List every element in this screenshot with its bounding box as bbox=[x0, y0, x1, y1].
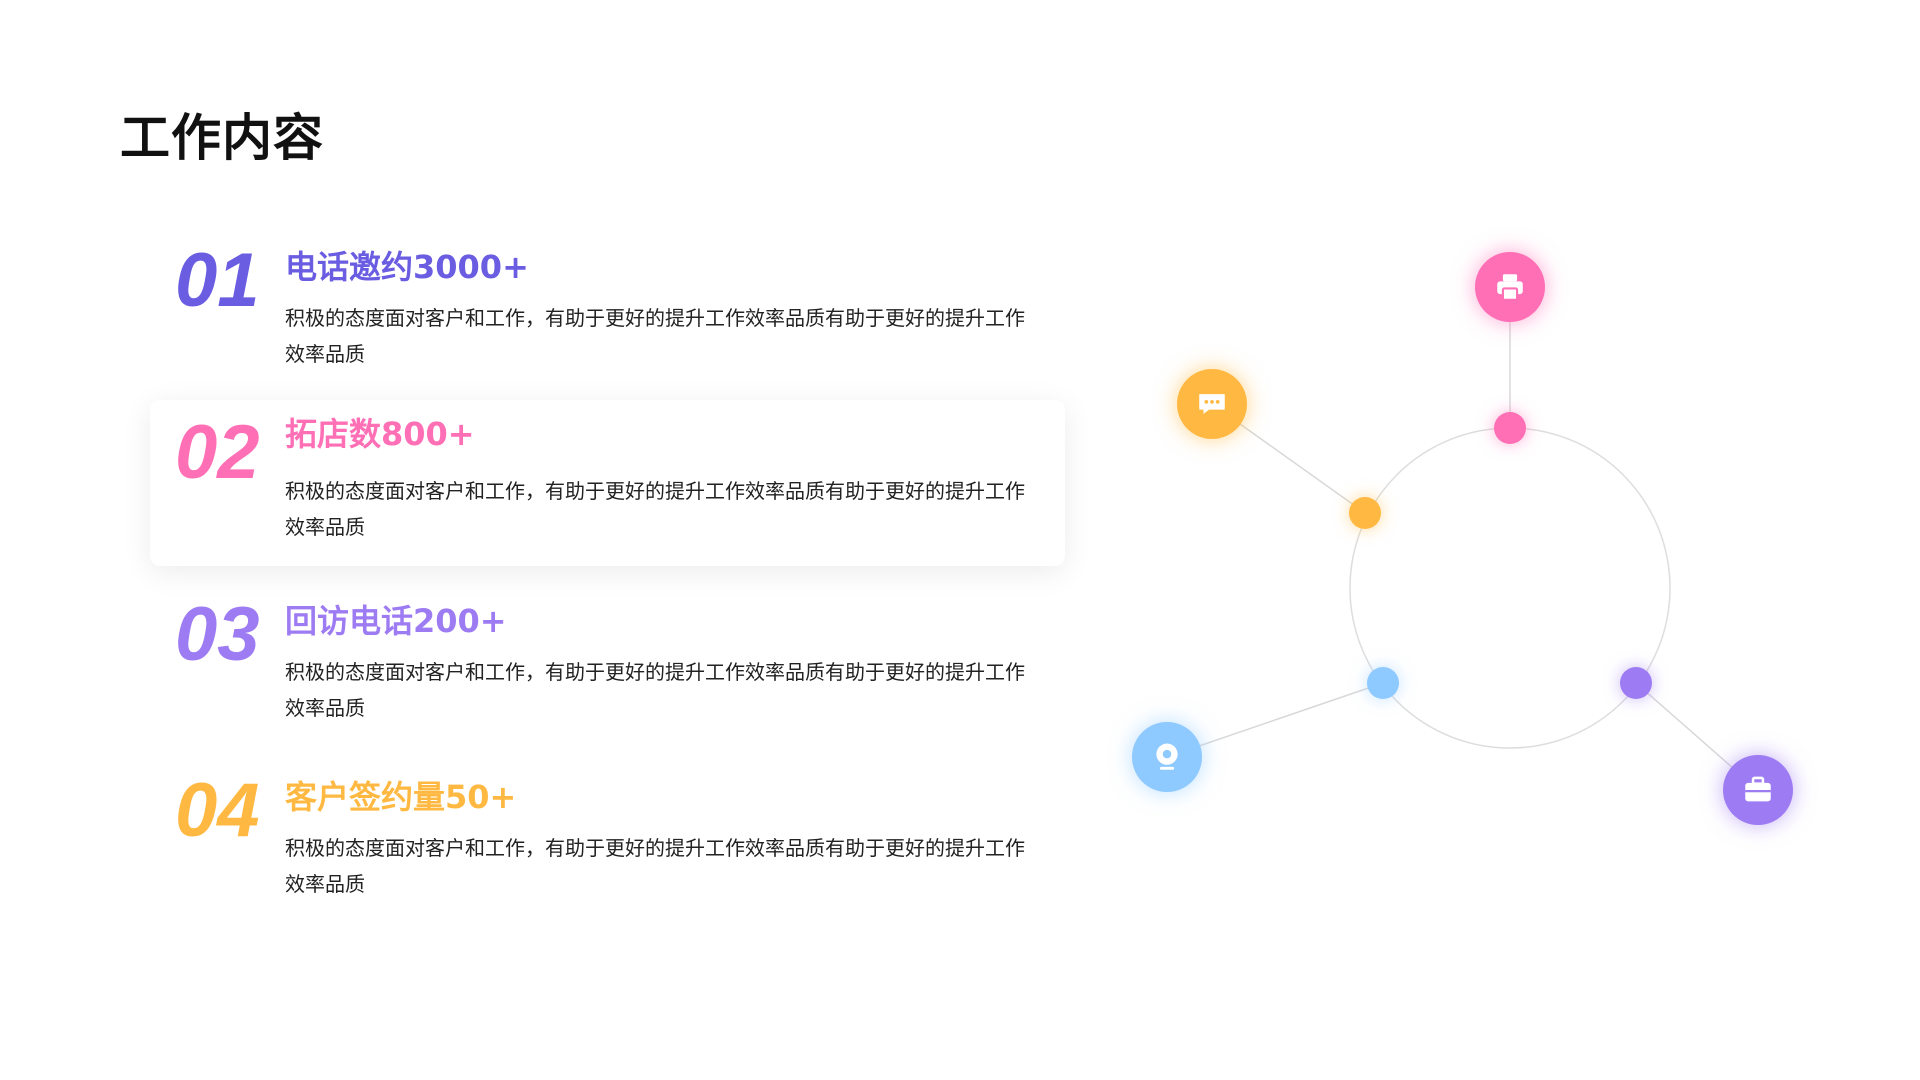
printer-icon bbox=[1497, 274, 1523, 301]
list-item: 02 拓店数800+ 积极的态度面对客户和工作，有助于更好的提升工作效率品质有助… bbox=[150, 400, 1065, 566]
webcam-node[interactable] bbox=[1132, 722, 1202, 792]
item-number: 02 bbox=[175, 410, 260, 495]
item-description: 积极的态度面对客户和工作，有助于更好的提升工作效率品质有助于更好的提升工作效率品… bbox=[285, 836, 1025, 896]
list-item: 01 电话邀约3000+ 积极的态度面对客户和工作，有助于更好的提升工作效率品质… bbox=[150, 238, 1065, 404]
item-description: 积极的态度面对客户和工作，有助于更好的提升工作效率品质有助于更好的提升工作效率品… bbox=[285, 306, 1025, 366]
item-description: 积极的态度面对客户和工作，有助于更好的提升工作效率品质有助于更好的提升工作效率品… bbox=[285, 660, 1025, 720]
node-dot bbox=[1620, 667, 1652, 699]
briefcase-node[interactable] bbox=[1723, 755, 1793, 825]
item-heading: 电话邀约3000+ bbox=[285, 248, 529, 286]
item-heading: 拓店数800+ bbox=[285, 415, 475, 453]
item-description: 积极的态度面对客户和工作，有助于更好的提升工作效率品质有助于更好的提升工作效率品… bbox=[285, 479, 1025, 539]
list-item: 03 回访电话200+ 积极的态度面对客户和工作，有助于更好的提升工作效率品质有… bbox=[150, 592, 1065, 758]
page-title: 工作内容 bbox=[120, 109, 324, 167]
node-dot bbox=[1367, 667, 1399, 699]
node-dot bbox=[1494, 412, 1526, 444]
printer-node[interactable] bbox=[1475, 252, 1545, 322]
chat-node[interactable] bbox=[1177, 369, 1247, 439]
webcam-icon bbox=[1156, 743, 1178, 770]
briefcase-icon bbox=[1745, 776, 1771, 802]
hub-ring bbox=[1349, 427, 1671, 749]
item-heading: 回访电话200+ bbox=[285, 602, 507, 640]
item-number: 01 bbox=[175, 238, 260, 323]
item-number: 03 bbox=[175, 592, 260, 677]
item-number: 04 bbox=[175, 768, 260, 853]
node-dot bbox=[1349, 497, 1381, 529]
item-heading: 客户签约量50+ bbox=[285, 778, 517, 816]
list-item: 04 客户签约量50+ 积极的态度面对客户和工作，有助于更好的提升工作效率品质有… bbox=[150, 768, 1065, 934]
chat-icon bbox=[1199, 394, 1225, 414]
